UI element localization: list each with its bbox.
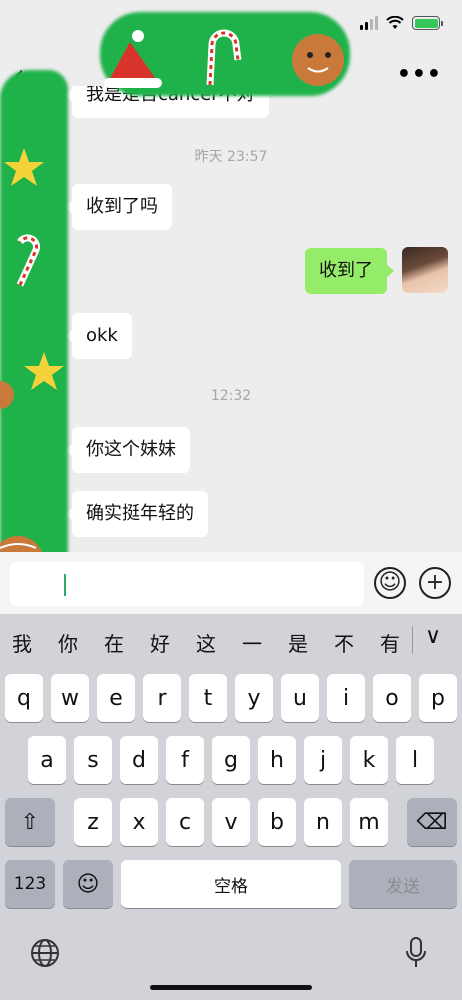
candidate-word[interactable]: 好 bbox=[150, 628, 170, 657]
mic-icon[interactable] bbox=[404, 936, 428, 970]
key-i[interactable]: i bbox=[327, 674, 365, 722]
delete-key[interactable]: ⌫ bbox=[407, 798, 457, 846]
message-text: 你这个妹妹 bbox=[86, 439, 176, 460]
key-g[interactable]: g bbox=[212, 736, 250, 784]
redaction-sticker-left bbox=[0, 70, 68, 600]
key-n[interactable]: n bbox=[304, 798, 342, 846]
candidate-word[interactable]: 这 bbox=[196, 628, 216, 657]
key-c[interactable]: c bbox=[166, 798, 204, 846]
plus-button[interactable]: + bbox=[419, 567, 451, 599]
space-key[interactable]: 空格 bbox=[121, 860, 341, 908]
message-text: 收到了 bbox=[319, 260, 373, 281]
candidate-word[interactable]: 在 bbox=[104, 628, 124, 657]
candidate-word[interactable]: 是 bbox=[288, 628, 308, 657]
signal-icon bbox=[360, 16, 378, 30]
candidate-bar: 我 你 在 好 这 一 是 不 有 ∨ bbox=[0, 614, 462, 666]
candidate-word[interactable]: 我 bbox=[12, 628, 32, 657]
key-a[interactable]: a bbox=[28, 736, 66, 784]
key-r[interactable]: r bbox=[143, 674, 181, 722]
candidate-word[interactable]: 一 bbox=[242, 628, 262, 657]
emoji-key[interactable]: ☺ bbox=[63, 860, 113, 908]
message-bubble[interactable]: 确实挺年轻的 bbox=[65, 491, 208, 537]
candidate-word[interactable]: 有 bbox=[380, 628, 400, 657]
key-b[interactable]: b bbox=[258, 798, 296, 846]
home-indicator[interactable] bbox=[150, 985, 312, 990]
send-key[interactable]: 发送 bbox=[349, 860, 457, 908]
message-text: 收到了吗 bbox=[86, 196, 158, 217]
key-q[interactable]: q bbox=[5, 674, 43, 722]
key-s[interactable]: s bbox=[74, 736, 112, 784]
avatar[interactable] bbox=[402, 247, 448, 293]
redaction-sticker-top bbox=[100, 12, 350, 96]
key-w[interactable]: w bbox=[51, 674, 89, 722]
message-timestamp: 昨天 23:57 bbox=[194, 149, 268, 165]
chevron-down-icon[interactable]: ∨ bbox=[425, 624, 441, 649]
message-text: okk bbox=[86, 325, 118, 346]
key-u[interactable]: u bbox=[281, 674, 319, 722]
globe-icon[interactable] bbox=[30, 938, 60, 968]
numbers-key[interactable]: 123 bbox=[5, 860, 55, 908]
key-m[interactable]: m bbox=[350, 798, 388, 846]
keyboard: 我 你 在 好 这 一 是 不 有 ∨ q w e r t y u i o p … bbox=[0, 614, 462, 1000]
message-bubble[interactable]: 你这个妹妹 bbox=[65, 427, 190, 473]
candidate-divider bbox=[412, 626, 413, 654]
message-list[interactable]: 我是是否cancer不对 昨天 23:57 收到了吗 收到了 okk 12:32… bbox=[0, 86, 462, 552]
key-x[interactable]: x bbox=[120, 798, 158, 846]
key-e[interactable]: e bbox=[97, 674, 135, 722]
key-k[interactable]: k bbox=[350, 736, 388, 784]
shift-key[interactable]: ⇧ bbox=[5, 798, 55, 846]
message-text: 确实挺年轻的 bbox=[86, 503, 194, 524]
battery-icon bbox=[412, 16, 443, 30]
key-o[interactable]: o bbox=[373, 674, 411, 722]
key-p[interactable]: p bbox=[419, 674, 457, 722]
more-options-icon[interactable]: ••• bbox=[397, 62, 442, 87]
key-t[interactable]: t bbox=[189, 674, 227, 722]
status-icons bbox=[360, 16, 443, 30]
key-d[interactable]: d bbox=[120, 736, 158, 784]
key-z[interactable]: z bbox=[74, 798, 112, 846]
message-bubble-self[interactable]: 收到了 bbox=[305, 248, 394, 294]
key-v[interactable]: v bbox=[212, 798, 250, 846]
message-bubble[interactable]: okk bbox=[65, 313, 132, 359]
key-y[interactable]: y bbox=[235, 674, 273, 722]
message-bubble[interactable]: 收到了吗 bbox=[65, 184, 172, 230]
emoji-button[interactable]: ☺ bbox=[374, 567, 406, 599]
wifi-icon bbox=[386, 16, 404, 29]
key-h[interactable]: h bbox=[258, 736, 296, 784]
message-timestamp: 12:32 bbox=[210, 388, 252, 404]
candidate-word[interactable]: 不 bbox=[334, 628, 354, 657]
key-l[interactable]: l bbox=[396, 736, 434, 784]
candidate-word[interactable]: 你 bbox=[58, 628, 78, 657]
text-caret bbox=[64, 574, 66, 596]
key-f[interactable]: f bbox=[166, 736, 204, 784]
key-j[interactable]: j bbox=[304, 736, 342, 784]
